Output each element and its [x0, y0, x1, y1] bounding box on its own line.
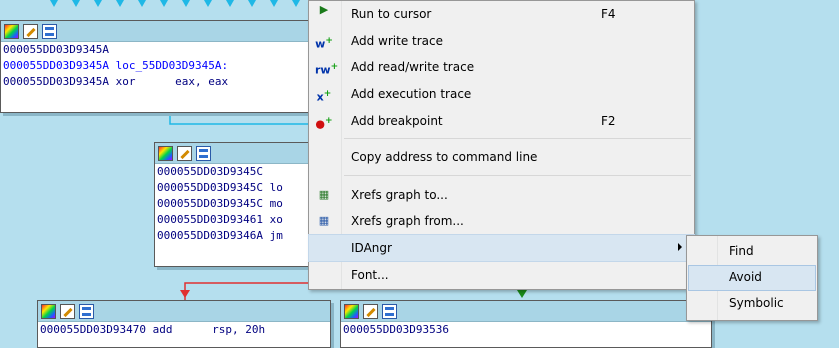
asm-line[interactable]: 000055DD03D93470 add rsp, 20h: [38, 322, 330, 338]
node-color-icon[interactable]: [41, 303, 56, 319]
asm-line[interactable]: 000055DD03D9345A xor eax, eax: [1, 74, 319, 90]
menu-item-add-execution-trace[interactable]: x+ Add execution trace: [309, 81, 694, 107]
menu-item-label: IDAngr: [351, 241, 392, 255]
group-nodes-icon[interactable]: [382, 303, 397, 319]
edge-red: [184, 282, 320, 300]
group-nodes-icon[interactable]: [79, 303, 94, 319]
read-write-trace-icon: rw+: [315, 62, 339, 77]
rename-icon[interactable]: [177, 145, 192, 161]
node-color-icon[interactable]: [4, 23, 19, 39]
node-header: [38, 301, 330, 322]
menu-item-label: Add write trace: [351, 34, 444, 48]
submenu-item-avoid[interactable]: Avoid: [688, 265, 816, 291]
submenu-item-find[interactable]: Find: [689, 240, 815, 264]
asm-line[interactable]: 000055DD03D9345C: [155, 164, 321, 180]
graph-node[interactable]: 000055DD03D93536: [340, 300, 712, 348]
asm-line[interactable]: 000055DD03D93536: [341, 322, 711, 338]
submenu-arrow-icon: [678, 243, 682, 251]
menu-item-xrefs-graph-to[interactable]: ▦ Xrefs graph to...: [309, 182, 694, 208]
node-header: [1, 21, 319, 42]
submenu-item-symbolic[interactable]: Symbolic: [689, 292, 815, 316]
graph-node[interactable]: 000055DD03D9345A 000055DD03D9345A loc_55…: [0, 20, 320, 113]
submenu-item-label: Find: [729, 244, 754, 258]
asm-line[interactable]: 000055DD03D9345C lo: [155, 180, 321, 196]
run-to-cursor-icon: ▶: [319, 3, 329, 16]
menu-item-label: Add breakpoint: [351, 114, 443, 128]
menu-separator: [344, 175, 691, 176]
node-color-icon[interactable]: [158, 145, 173, 161]
menu-item-label: Add execution trace: [351, 87, 472, 101]
menu-item-label: Copy address to command line: [351, 150, 538, 164]
rename-icon[interactable]: [23, 23, 38, 39]
submenu-item-label: Symbolic: [729, 296, 784, 310]
graph-node[interactable]: 000055DD03D93470 add rsp, 20h: [37, 300, 331, 348]
xrefs-graph-to-icon: ▦: [318, 188, 330, 201]
menu-item-add-read-write-trace[interactable]: rw+ Add read/write trace: [309, 54, 694, 80]
menu-item-add-write-trace[interactable]: w+ Add write trace: [309, 28, 694, 54]
execution-trace-icon: x+: [316, 89, 332, 104]
edge-cyan: [169, 113, 320, 125]
asm-line[interactable]: 000055DD03D93461 xo: [155, 212, 321, 228]
submenu-item-label: Avoid: [729, 270, 762, 284]
node-header: [341, 301, 711, 322]
menu-item-run-to-cursor[interactable]: ▶ Run to cursor F4: [309, 1, 694, 27]
rename-icon[interactable]: [363, 303, 378, 319]
asm-line[interactable]: 000055DD03D9345A loc_55DD03D9345A:: [1, 58, 319, 74]
menu-item-xrefs-graph-from[interactable]: ▦ Xrefs graph from...: [309, 208, 694, 234]
menu-item-idangr[interactable]: IDAngr: [308, 234, 695, 262]
menu-item-copy-address[interactable]: Copy address to command line: [309, 144, 694, 170]
menu-item-label: Add read/write trace: [351, 60, 475, 74]
node-header: [155, 143, 321, 164]
menu-item-label: Xrefs graph from...: [351, 214, 464, 228]
menu-item-label: Xrefs graph to...: [351, 188, 448, 202]
xrefs-graph-from-icon: ▦: [318, 214, 330, 227]
node-color-icon[interactable]: [344, 303, 359, 319]
graph-node[interactable]: 000055DD03D9345C 000055DD03D9345C lo 000…: [154, 142, 322, 267]
asm-line[interactable]: 000055DD03D9345C mo: [155, 196, 321, 212]
group-nodes-icon[interactable]: [42, 23, 57, 39]
group-nodes-icon[interactable]: [196, 145, 211, 161]
menu-item-add-breakpoint[interactable]: ●+ Add breakpoint F2: [309, 108, 694, 134]
menu-separator: [344, 138, 691, 139]
menu-item-font[interactable]: Font...: [309, 262, 694, 288]
menu-item-shortcut: F2: [601, 114, 616, 128]
context-menu: ▶ Run to cursor F4 w+ Add write trace rw…: [308, 0, 695, 290]
idangr-submenu: Find Avoid Symbolic: [686, 235, 818, 321]
breakpoint-icon: ●+: [315, 116, 333, 131]
menu-item-label: Font...: [351, 268, 389, 282]
asm-line[interactable]: 000055DD03D9345A: [1, 42, 319, 58]
menu-item-label: Run to cursor: [351, 7, 432, 21]
edge-green-arrow: [517, 290, 527, 298]
write-trace-icon: w+: [315, 36, 333, 51]
menu-item-shortcut: F4: [601, 7, 616, 21]
asm-line[interactable]: 000055DD03D9346A jm: [155, 228, 321, 244]
rename-icon[interactable]: [60, 303, 75, 319]
edge-red-arrow: [180, 290, 190, 298]
